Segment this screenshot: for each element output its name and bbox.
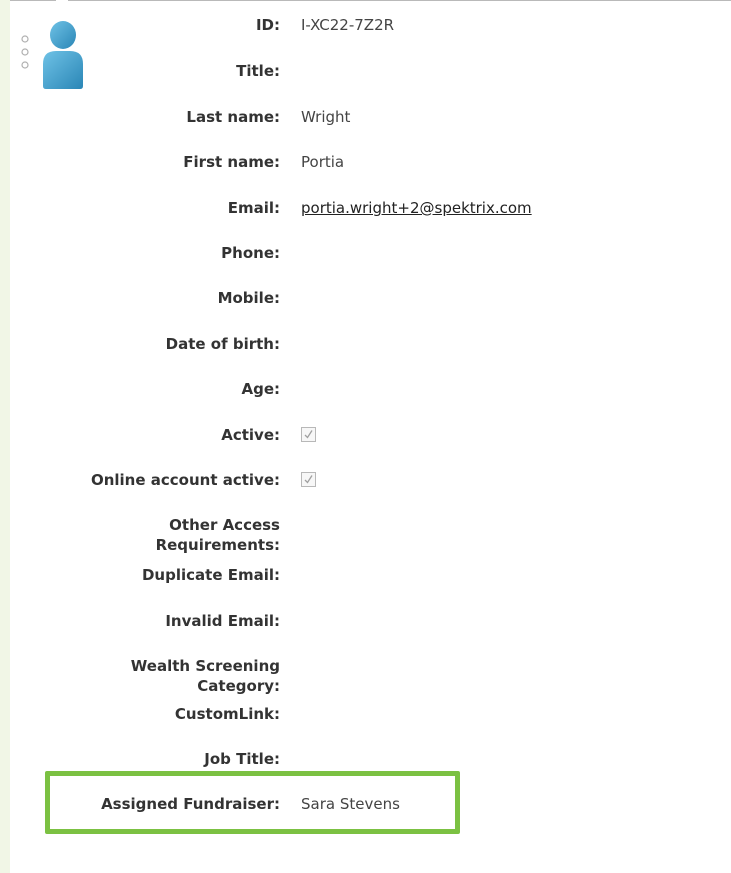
title-label: Title: <box>236 62 280 80</box>
top-notch <box>56 0 68 3</box>
active-label: Active: <box>221 426 280 444</box>
id-value: I-XC22-7Z2R <box>301 16 395 34</box>
online-account-active-checkbox[interactable] <box>301 472 316 487</box>
wealth-screening-category-label: Wealth Screening Category: <box>130 657 280 695</box>
mobile-label: Mobile: <box>217 289 280 307</box>
custom-link-label: CustomLink: <box>174 705 280 723</box>
checkmark-icon <box>304 430 313 439</box>
checkmark-icon <box>304 475 313 484</box>
age-label: Age: <box>241 380 280 398</box>
job-title-label: Job Title: <box>204 750 280 768</box>
email-link[interactable]: portia.wright+2@spektrix.com <box>301 198 532 218</box>
date-of-birth-label: Date of birth: <box>165 335 280 353</box>
invalid-email-label: Invalid Email: <box>165 612 280 630</box>
first-name-label: First name: <box>183 153 280 171</box>
top-divider <box>10 0 731 1</box>
active-checkbox[interactable] <box>301 427 316 442</box>
phone-label: Phone: <box>221 244 280 262</box>
grip-dots-icon[interactable] <box>21 33 29 73</box>
assigned-fundraiser-highlight <box>45 771 460 834</box>
online-account-active-label: Online account active: <box>90 471 280 489</box>
last-name-value: Wright <box>301 108 351 126</box>
first-name-value: Portia <box>301 153 345 171</box>
other-access-requirements-label: Other Access Requirements: <box>155 516 280 554</box>
duplicate-email-label: Duplicate Email: <box>141 566 280 584</box>
last-name-label: Last name: <box>186 108 280 126</box>
email-label: Email: <box>227 199 280 217</box>
id-label: ID: <box>255 16 280 34</box>
left-panel-strip <box>0 0 10 873</box>
